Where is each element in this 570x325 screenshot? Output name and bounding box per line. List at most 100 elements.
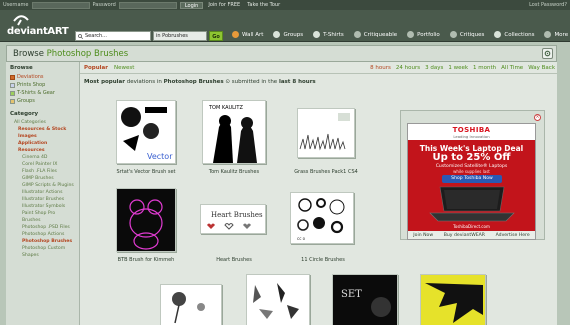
ad-cta-button[interactable]: Shop Toshiba Now — [442, 175, 502, 183]
filter-1-month[interactable]: 1 month — [473, 65, 496, 71]
ad-brand: TOSHIBA — [452, 126, 491, 134]
options-button[interactable] — [542, 48, 553, 59]
sort-tabs: Popular Newest 8 hours 24 hours 3 days 1… — [80, 62, 557, 74]
title-section: Photoshop Brushes — [46, 49, 129, 59]
nav-tshirts[interactable]: T-Shirts — [313, 31, 344, 38]
thumbnail-2[interactable]: TOM KAULITZ — [202, 100, 266, 164]
thumbnail-caption[interactable]: Srtat's Vector Brush set — [101, 169, 191, 175]
ad-url: ToshibaDirect.com — [453, 224, 490, 229]
filter-1-week[interactable]: 1 week — [448, 65, 468, 71]
advertise-link[interactable]: Advertise Here — [496, 233, 530, 238]
thumbnail-image: SET — [333, 275, 397, 325]
category-item[interactable]: Flash .FLA Files — [10, 168, 75, 175]
subtitle-part: Most popular — [84, 79, 125, 85]
svg-text:SET: SET — [341, 289, 362, 300]
nav-wall-art[interactable]: Wall Art — [232, 31, 263, 38]
sidebar-item-groups[interactable]: Groups — [10, 97, 75, 105]
search-area: Search... in Pobrushes Go — [75, 31, 223, 41]
buy-deviantwear-link[interactable]: Buy deviantWEAR — [444, 233, 485, 238]
gear-icon — [544, 50, 551, 57]
ad-brand-tagline: Leading Innovation — [453, 134, 490, 139]
category-item[interactable]: Cinema 4D — [10, 154, 75, 161]
groups-icon — [10, 98, 15, 104]
svg-text:Vector: Vector — [147, 152, 173, 161]
thumbnail-1[interactable]: Vector — [116, 100, 176, 164]
password-label: Password — [92, 2, 116, 8]
thumbnail-caption[interactable]: Heart Brushes — [189, 257, 279, 263]
category-item[interactable]: Illustrator Brushes — [10, 196, 75, 203]
logo-mark-icon — [13, 15, 29, 26]
thumbnail-caption[interactable]: Grass Brushes Pack1 CS4 — [281, 169, 371, 175]
join-now-link[interactable]: Join Now — [413, 233, 433, 238]
category-app-resources[interactable]: Application Resources — [10, 140, 75, 154]
lost-password-link[interactable]: Lost Password? — [529, 2, 567, 8]
results-subtitle: Most popular deviations in Photoshop Bru… — [84, 79, 316, 85]
nav-label: Groups — [283, 31, 304, 38]
thumbnail-7[interactable] — [160, 284, 222, 325]
category-item[interactable]: Photoshop .PSD Files — [10, 224, 75, 231]
filter-8-hours[interactable]: 8 hours — [370, 65, 391, 71]
nav-label: More — [554, 31, 569, 38]
sidebar-item-label: Deviations — [17, 74, 44, 80]
category-item-selected[interactable]: Photoshop Brushes — [10, 238, 75, 245]
thumbnail-caption[interactable]: BTB Brush for Kimmeh — [101, 257, 191, 263]
nav-critiqueable[interactable]: Critiqueable — [353, 31, 397, 38]
thumbnail-caption[interactable]: Tom Kaulitz Brushes — [189, 169, 279, 175]
deviantart-logo[interactable]: deviantART — [7, 14, 77, 38]
thumbnail-caption[interactable]: 11 Circle Brushes — [278, 257, 368, 263]
filter-way-back[interactable]: Way Back — [528, 65, 555, 71]
sidebar-item-deviations[interactable]: Deviations — [10, 73, 75, 81]
thumbnail-10[interactable] — [420, 274, 486, 325]
login-button[interactable]: Login — [179, 1, 204, 9]
page-title: Browse Photoshop Brushes — [13, 49, 128, 59]
thumbnail-4[interactable] — [116, 188, 176, 252]
category-all[interactable]: All Categories — [10, 119, 75, 126]
filter-24-hours[interactable]: 24 hours — [396, 65, 420, 71]
sidebar-item-prints[interactable]: Prints Shop — [10, 81, 75, 89]
search-scope-select[interactable]: in Pobrushes — [153, 31, 207, 41]
sidebar: Browse Deviations Prints Shop T-Shirts &… — [6, 62, 80, 325]
search-input[interactable]: Search... — [75, 31, 151, 41]
thumbnail-image — [161, 285, 221, 325]
thumbnail-6[interactable]: cc o — [290, 192, 354, 244]
thumbnail-9[interactable]: SET — [332, 274, 398, 325]
password-input[interactable] — [118, 1, 177, 9]
category-item[interactable]: Illustrator Symbols — [10, 203, 75, 210]
category-item[interactable]: Illustrator Actions — [10, 189, 75, 196]
nav-groups[interactable]: Groups — [273, 31, 303, 38]
category-item[interactable]: Corel Painter IX — [10, 161, 75, 168]
thumbnail-5[interactable]: Heart Brushes — [200, 204, 266, 234]
category-item[interactable]: Photoshop Actions — [10, 231, 75, 238]
tour-link[interactable]: Take the Tour — [245, 2, 282, 8]
category-heading: Category — [10, 111, 39, 117]
nav-portfolio[interactable]: Portfolio — [407, 31, 440, 38]
ad-banner[interactable]: TOSHIBA Leading Innovation This Week's L… — [407, 123, 536, 240]
laptop-icon — [429, 186, 515, 222]
nav-more[interactable]: More — [544, 31, 568, 38]
thumbnail-8[interactable] — [246, 274, 310, 325]
nav-critiques[interactable]: Critiques — [449, 31, 484, 38]
thumbnail-image — [298, 109, 354, 157]
thumbnail-3[interactable] — [297, 108, 355, 158]
username-input[interactable] — [31, 1, 90, 9]
tab-popular[interactable]: Popular — [84, 65, 108, 71]
category-item[interactable]: Paint Shop Pro Brushes — [10, 210, 75, 224]
join-link[interactable]: Join for FREE — [206, 2, 242, 8]
filter-3-days[interactable]: 3 days — [425, 65, 443, 71]
category-item[interactable]: GIMP Scripts & Plugins — [10, 182, 75, 189]
go-button[interactable]: Go — [209, 31, 223, 41]
time-filters: 8 hours 24 hours 3 days 1 week 1 month A… — [370, 65, 555, 71]
wall-art-icon — [232, 31, 239, 38]
username-label: Username — [3, 2, 29, 8]
category-resources[interactable]: Resources & Stock Images — [10, 126, 75, 140]
nav-label: T-Shirts — [323, 31, 344, 38]
sidebar-item-tshirts[interactable]: T-Shirts & Gear — [10, 89, 75, 97]
nav-collections[interactable]: Collections — [494, 31, 534, 38]
category-item[interactable]: Photoshop Custom Shapes — [10, 245, 75, 259]
subtitle-part: Photoshop Brushes — [163, 79, 224, 85]
tab-newest[interactable]: Newest — [114, 65, 134, 71]
close-ad-button[interactable]: × — [534, 114, 541, 121]
prints-icon — [10, 82, 15, 88]
category-item[interactable]: GIMP Brushes — [10, 175, 75, 182]
filter-all-time[interactable]: All Time — [501, 65, 523, 71]
